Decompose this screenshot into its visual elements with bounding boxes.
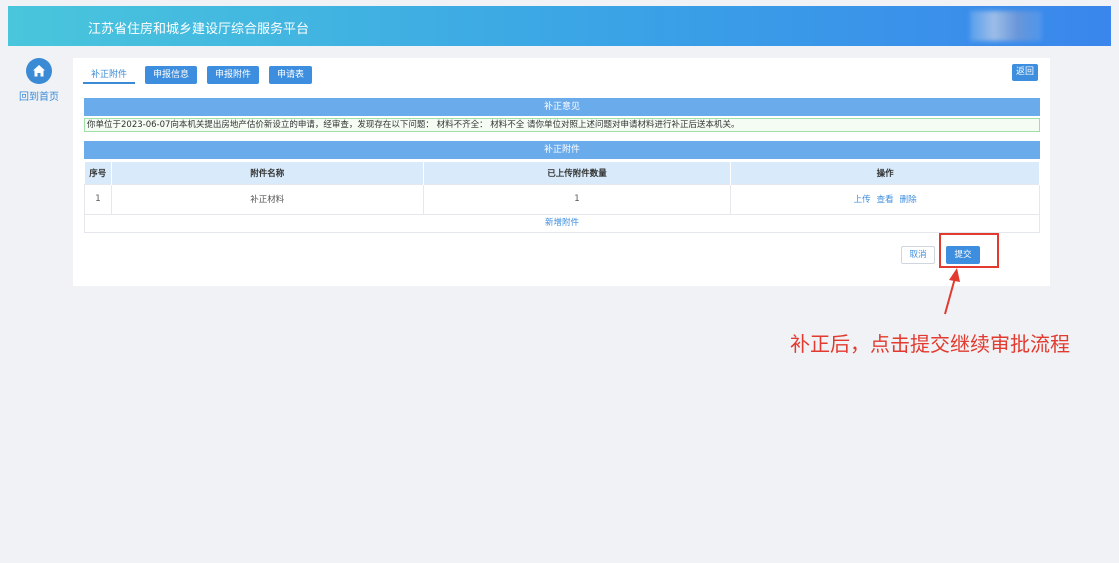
tab-application-info[interactable]: 申报信息	[145, 66, 198, 84]
annotation-text: 补正后，点击提交继续审批流程	[790, 332, 1070, 356]
cancel-button[interactable]: 取消	[901, 246, 935, 264]
tab-supplement-attachments[interactable]: 补正附件	[83, 66, 136, 84]
column-header-actions: 操作	[730, 162, 1040, 184]
tab-application-attachments[interactable]: 申报附件	[207, 66, 260, 84]
column-header-index: 序号	[84, 162, 112, 184]
opinion-text: 你单位于2023-06-07向本机关提出房地产估价新设立的申请，经审查，发现存在…	[84, 118, 1040, 132]
row-index: 1	[84, 183, 112, 215]
top-header: 江苏省住房和城乡建设厅综合服务平台	[8, 6, 1111, 46]
view-link[interactable]: 查看	[877, 195, 894, 205]
opinion-header: 补正意见	[84, 98, 1040, 116]
back-button[interactable]: 返回	[1012, 64, 1038, 81]
platform-title: 江苏省住房和城乡建设厅综合服务平台	[88, 22, 310, 37]
column-header-name: 附件名称	[111, 162, 424, 184]
add-attachment-link[interactable]: 新增附件	[84, 213, 1040, 233]
attachments-header: 补正附件	[84, 141, 1040, 159]
submit-highlight-box	[939, 233, 999, 268]
row-attachment-name: 补正材料	[110, 183, 424, 215]
tab-bar: 补正附件 申报信息 申报附件 申请表	[83, 66, 313, 84]
home-icon[interactable]	[26, 58, 52, 84]
home-link[interactable]: 回到首页	[14, 58, 64, 103]
row-actions: 上传 查看 删除	[730, 183, 1040, 215]
attachments-table: 序号 附件名称 已上传附件数量 操作 1 补正材料 1 上传 查看 删除	[84, 162, 1040, 215]
table-row: 1 补正材料 1 上传 查看 删除	[84, 183, 1040, 215]
tab-application-form[interactable]: 申请表	[269, 66, 313, 84]
row-upload-count: 1	[422, 183, 732, 215]
upload-link[interactable]: 上传	[854, 195, 871, 205]
column-header-count: 已上传附件数量	[423, 162, 732, 184]
annotation-arrow-icon	[944, 268, 960, 315]
delete-link[interactable]: 删除	[900, 195, 917, 205]
user-avatar[interactable]	[970, 11, 1042, 41]
home-label[interactable]: 回到首页	[14, 88, 64, 103]
